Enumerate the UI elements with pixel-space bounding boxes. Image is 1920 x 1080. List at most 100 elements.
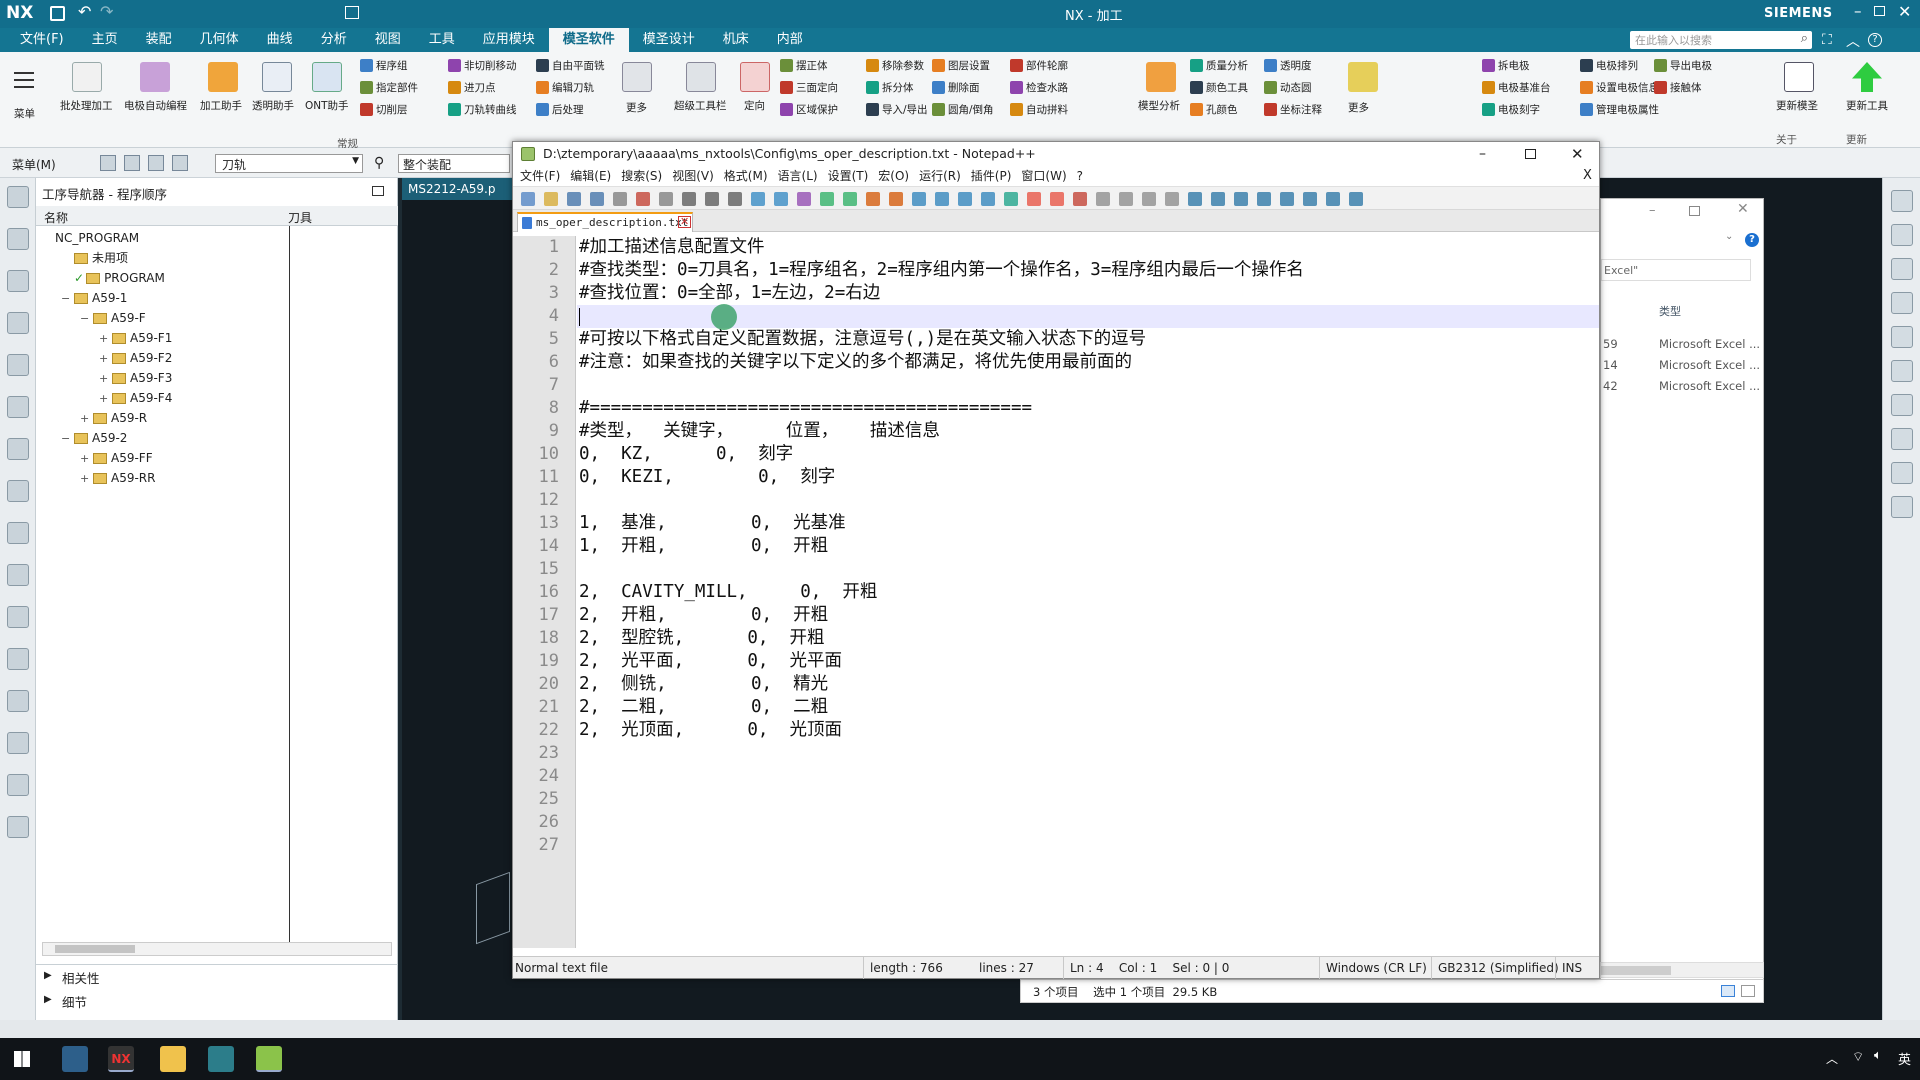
chevron-down-icon[interactable]: ⌄ <box>1725 231 1733 242</box>
taskbar-app-icon-1[interactable] <box>62 1046 88 1072</box>
taskbar-explorer-icon[interactable] <box>160 1046 186 1072</box>
toolbar-icon[interactable] <box>797 192 811 206</box>
ribbon-small-button[interactable]: 进刀点 <box>448 80 496 95</box>
expand-icon[interactable]: + <box>80 469 89 489</box>
toolbar-icon[interactable] <box>1326 192 1340 206</box>
toolbar-icon[interactable] <box>1280 192 1294 206</box>
resource-bar-icon[interactable] <box>7 690 29 712</box>
tree-node[interactable]: 未用项 <box>36 248 128 268</box>
thumbnail-view-icon[interactable] <box>1741 985 1755 997</box>
toolbar-icon[interactable] <box>1027 192 1041 206</box>
nx-menu-item[interactable]: 机床 <box>709 28 763 52</box>
collapse-icon[interactable]: − <box>80 309 89 329</box>
tree-node[interactable]: + A59-F2 <box>36 348 172 368</box>
ribbon-small-button[interactable]: 动态圆 <box>1264 80 1312 95</box>
resource-bar-icon[interactable] <box>7 354 29 376</box>
toolbar-icon[interactable] <box>1004 192 1018 206</box>
toolbar-icon[interactable] <box>521 192 535 206</box>
ribbon-small-button[interactable]: 后处理 <box>536 102 584 117</box>
tree-node[interactable]: − A59-1 <box>36 288 127 308</box>
ribbon-small-button[interactable]: 电极刻字 <box>1482 102 1540 117</box>
resource-bar-icon[interactable] <box>1891 394 1913 416</box>
batch-machining-icon[interactable] <box>72 62 102 92</box>
taskbar-app-icon-2[interactable] <box>208 1046 234 1072</box>
toolbar-icon[interactable] <box>774 192 788 206</box>
super-toolbar-icon[interactable] <box>686 62 716 92</box>
notepad-menu-item[interactable]: 宏(O) <box>873 166 914 186</box>
explorer-hscroll[interactable] <box>1600 962 1764 978</box>
explorer-close-icon[interactable]: ✕ <box>1737 201 1749 217</box>
taskbar-notepad-icon[interactable] <box>256 1046 282 1072</box>
ribbon-small-button[interactable]: 孔颜色 <box>1190 102 1238 117</box>
ribbon-small-button[interactable]: 程序组 <box>360 58 408 73</box>
nx-menu-item[interactable]: 内部 <box>763 28 817 52</box>
toolbar-icon[interactable] <box>1188 192 1202 206</box>
expand-icon[interactable]: + <box>99 389 108 409</box>
ribbon-small-button[interactable]: 电极排列 <box>1580 58 1638 73</box>
transparent-assistant-icon[interactable] <box>262 62 292 92</box>
toolbar-icon[interactable] <box>1349 192 1363 206</box>
notepad-menu-item[interactable]: 插件(P) <box>966 166 1017 186</box>
file-row[interactable]: 59 Microsoft Excel ... <box>1601 335 1763 355</box>
ont-assistant-icon[interactable] <box>312 62 342 92</box>
update-mosheng-button[interactable]: 更新模圣 <box>1776 98 1818 113</box>
nx-menu-item[interactable]: 装配 <box>132 28 186 52</box>
group-toolbar-icon[interactable] <box>172 155 188 171</box>
nx-menu-item[interactable]: 应用模块 <box>469 28 549 52</box>
resource-bar-icon[interactable] <box>7 774 29 796</box>
toolbar-icon[interactable] <box>567 192 581 206</box>
toolbar-icon[interactable] <box>1119 192 1133 206</box>
minimize-icon[interactable]: – <box>1854 2 1862 20</box>
notepad-menu-item[interactable]: 搜索(S) <box>616 166 667 186</box>
toolbar-icon[interactable] <box>682 192 696 206</box>
tree-node[interactable]: NC_PROGRAM <box>36 228 139 248</box>
notepad-maximize-icon[interactable] <box>1525 149 1536 159</box>
horizontal-scrollbar[interactable] <box>42 942 392 956</box>
taskbar-nx-icon[interactable]: NX <box>108 1046 134 1072</box>
hamburger-menu-icon[interactable] <box>14 72 34 88</box>
explorer-search-input[interactable]: Excel" <box>1601 259 1751 281</box>
notepad-editor[interactable]: 1 2 3 4 5 6 7 8 9 10 11 12 13 14 15 16 17 18 19 20 21 22 23 24 2… <box>513 236 1599 948</box>
nx-menu-item[interactable]: 工具 <box>415 28 469 52</box>
file-row[interactable]: 14 Microsoft Excel ... <box>1601 356 1763 376</box>
funnel-filter-icon[interactable]: ⚲ <box>374 155 384 171</box>
machining-assistant-icon[interactable] <box>208 62 238 92</box>
volume-icon[interactable]: 🔈︎ <box>1874 1048 1882 1063</box>
toolbar-icon[interactable] <box>751 192 765 206</box>
close-icon[interactable]: ✕ <box>1898 2 1911 21</box>
tree-node[interactable]: + A59-F1 <box>36 328 172 348</box>
ribbon-small-button[interactable]: 三面定向 <box>780 80 838 95</box>
ribbon-small-button[interactable]: 颜色工具 <box>1190 80 1248 95</box>
toolbar-icon[interactable] <box>1142 192 1156 206</box>
orient-icon[interactable] <box>740 62 770 92</box>
resource-bar-icon[interactable] <box>1891 462 1913 484</box>
expand-icon[interactable]: + <box>99 329 108 349</box>
tab-ms-oper-description[interactable]: ms_oper_description.txt ✕ <box>517 212 693 232</box>
expand-icon[interactable]: + <box>99 349 108 369</box>
more-button-2[interactable]: 更多 <box>1348 100 1369 115</box>
ribbon-small-button[interactable]: 管理电极属性 <box>1580 102 1659 117</box>
resource-bar-icon[interactable] <box>1891 428 1913 450</box>
ribbon-small-button[interactable]: 电极基准台 <box>1482 80 1551 95</box>
notepad-menu-item[interactable]: 格式(M) <box>719 166 773 186</box>
resource-bar-icon[interactable] <box>7 816 29 838</box>
nx-menu-item[interactable]: 曲线 <box>253 28 307 52</box>
resource-bar-icon[interactable] <box>7 438 29 460</box>
resource-bar-icon[interactable] <box>1891 496 1913 518</box>
input-language-indicator[interactable]: 英 <box>1898 1049 1911 1068</box>
ribbon-small-button[interactable]: 区域保护 <box>780 102 838 117</box>
relations-section[interactable]: 相关性 <box>62 968 100 987</box>
resource-bar-icon[interactable] <box>7 648 29 670</box>
toolbar-icon[interactable] <box>590 192 604 206</box>
close-document-icon[interactable]: X <box>1583 166 1592 186</box>
electrode-program-button[interactable]: 电极自动编程 <box>124 98 187 113</box>
explorer-minimize-icon[interactable]: – <box>1649 203 1656 218</box>
toolbar-icon[interactable] <box>1257 192 1271 206</box>
toolbar-icon[interactable] <box>1211 192 1225 206</box>
tree-node[interactable]: − A59-F <box>36 308 146 328</box>
resource-bar-icon[interactable] <box>1891 326 1913 348</box>
ribbon-small-button[interactable]: 透明度 <box>1264 58 1312 73</box>
toolbar-icon[interactable] <box>636 192 650 206</box>
notepad-minimize-icon[interactable]: – <box>1479 142 1486 166</box>
tree-node[interactable]: + A59-FF <box>36 448 153 468</box>
